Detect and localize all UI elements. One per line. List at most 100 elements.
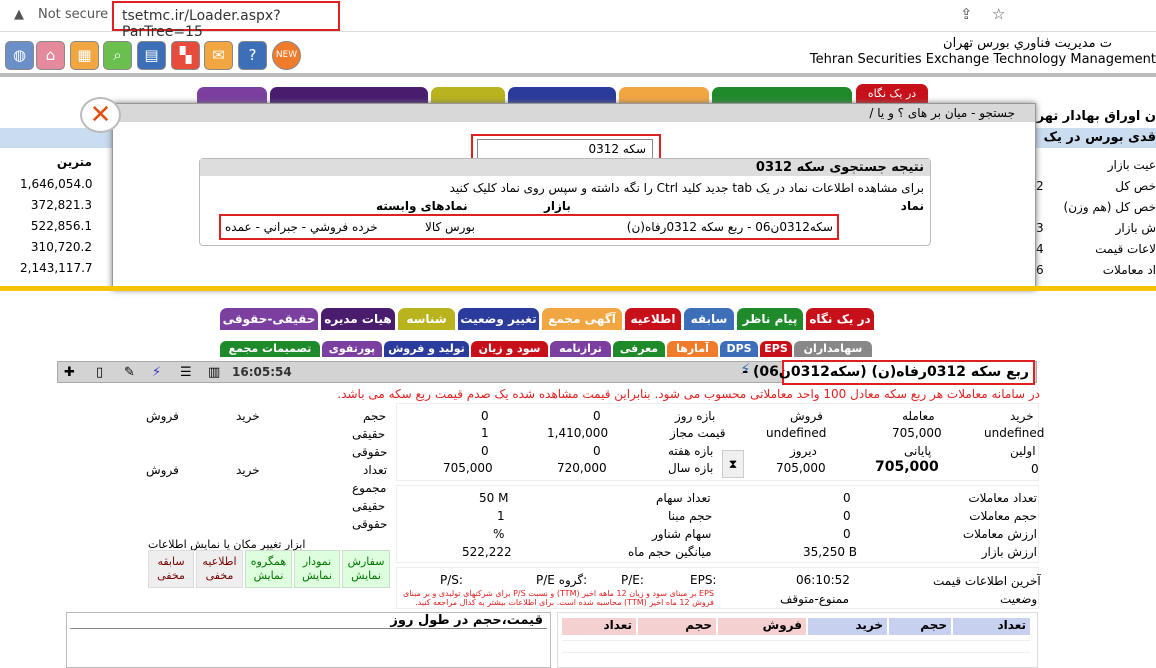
help-icon[interactable]: ?: [238, 41, 267, 70]
tab-real-legal[interactable]: حقیقی-حقوقی: [220, 308, 318, 330]
close-icon[interactable]: ✕: [80, 97, 121, 133]
bars-icon[interactable]: ▥: [208, 365, 220, 380]
report-icon[interactable]: ▤: [137, 41, 166, 70]
search-icon[interactable]: ⌕: [103, 41, 132, 70]
label-first: اولین: [1010, 444, 1036, 458]
tool-notices[interactable]: اطلاعیه مخفی: [196, 550, 243, 588]
label-real: حقیقی: [352, 427, 386, 441]
url-field[interactable]: tsetmc.ir/Loader.aspx?ParTree=15: [112, 1, 340, 40]
label-ps: P/S:: [440, 573, 463, 587]
share-icon[interactable]: ⇪: [960, 5, 973, 23]
value-market-value: 35,250 B: [803, 545, 858, 559]
doc-icon[interactable]: ▯: [96, 365, 103, 380]
home-icon[interactable]: ⌂: [36, 41, 65, 70]
tab-balance[interactable]: ترازنامه: [550, 341, 611, 357]
tab-profit-loss[interactable]: سود و زیان: [471, 341, 548, 357]
tab-status-change[interactable]: تغییر وضعیت: [458, 308, 539, 330]
star-icon[interactable]: ☆: [992, 5, 1005, 23]
grid-icon[interactable]: ▚: [171, 41, 200, 70]
new-icon[interactable]: NEW: [272, 41, 301, 70]
security-label[interactable]: Not secure: [38, 7, 108, 22]
search-modal: جستجو - میان بر های ؟ و یا / نتیجه جستجو…: [112, 103, 1036, 290]
tab-supervisor[interactable]: پیام ناظر: [737, 308, 803, 330]
message-icon[interactable]: ✉: [204, 41, 233, 70]
value-day-range-b: 0: [481, 409, 489, 423]
tab-dps[interactable]: DPS: [720, 341, 758, 357]
tab-portfolio[interactable]: پورتفوی: [322, 341, 382, 357]
bg-label: اد معاملات: [1102, 263, 1156, 277]
label-last-update: آخرین اطلاعات قیمت: [933, 574, 1041, 588]
tab-eps[interactable]: EPS: [760, 341, 792, 357]
label-year-range: بازه سال: [668, 461, 714, 475]
label-market-value: ارزش بازار: [981, 545, 1037, 559]
label-shares: تعداد سهام: [656, 491, 711, 505]
value-close: 705,000: [875, 459, 939, 475]
result-title: نتیجه جستجوی سکه 0312: [200, 159, 930, 176]
bg-label: خص کل (هم وزن): [1063, 200, 1156, 214]
result-row[interactable]: سکه0312ن06 - ربع سکه 0312رفاه(ن) بورس کا…: [219, 214, 839, 240]
tab-stats[interactable]: آمارها: [667, 341, 718, 357]
tab-overview[interactable]: در یک نگاه: [806, 308, 874, 330]
label-base-volume: حجم مبنا: [668, 509, 713, 523]
edit-icon[interactable]: ✎: [124, 365, 135, 380]
tab-board[interactable]: هیات مدیره: [321, 308, 395, 330]
label-status: وضعیت: [1000, 592, 1038, 606]
value-shares: 50 M: [479, 491, 509, 505]
bg-label: عیت بازار: [1107, 158, 1156, 172]
result-symbol-link[interactable]: سکه0312ن06 - ربع سکه 0312رفاه(ن): [627, 220, 833, 234]
bg-num: 4: [1036, 242, 1044, 256]
label-yesterday: دیروز: [790, 444, 817, 458]
bg-label: ش بازار: [1115, 221, 1156, 235]
col-market: بازار: [544, 199, 571, 213]
list-icon[interactable]: ☰: [180, 365, 192, 380]
bg-tab: [431, 87, 505, 104]
tool-chart[interactable]: نمودار نمایش: [294, 550, 340, 588]
tab-production[interactable]: تولید و فروش: [384, 341, 469, 357]
value-year-b: 705,000: [443, 461, 493, 475]
label-sell-count: فروش: [146, 463, 179, 477]
tab-history[interactable]: سابقه: [684, 308, 734, 330]
value-trades-count: 0: [843, 491, 851, 505]
bg-val: 372,821.3: [30, 198, 92, 212]
tool-group[interactable]: همگروه نمایش: [245, 550, 292, 588]
table-icon[interactable]: ▦: [70, 41, 99, 70]
label-sell: فروش: [790, 409, 823, 423]
plus-icon[interactable]: ✚: [64, 365, 75, 380]
divider: [0, 73, 1156, 77]
tab-intro[interactable]: معرفی: [613, 341, 665, 357]
search-input[interactable]: [477, 139, 653, 159]
label-real-2: حقیقی: [352, 499, 386, 513]
tab-notices[interactable]: اطلاعیه: [625, 308, 681, 330]
ob-row-line: [562, 640, 1030, 641]
tab-id[interactable]: شناسه: [398, 308, 455, 330]
warning-icon[interactable]: ▲: [14, 7, 24, 22]
col-symbol: نماد: [900, 199, 924, 213]
tab-meeting[interactable]: آگهی مجمع: [542, 308, 622, 330]
label-legal-2: حقوقی: [352, 517, 388, 531]
value-sell: undefined: [766, 426, 827, 440]
col-related: نمادهای وابسته: [376, 199, 468, 213]
value-allowed-a: 1,410,000: [547, 426, 609, 440]
symbol-warning: در سامانه معاملات هر ربع سکه معادل 100 و…: [337, 387, 1040, 401]
label-avg-volume: میانگین حجم ماه: [628, 545, 712, 559]
result-related[interactable]: خرده فروشي - جبراني - عمده: [225, 220, 378, 234]
chart-icon[interactable]: ⚡: [152, 365, 161, 380]
bg-num: 2: [1036, 179, 1044, 193]
globe-icon[interactable]: ◍: [5, 41, 34, 70]
label-buy-count: خرید: [236, 463, 260, 477]
ob-head: حجم: [638, 618, 716, 635]
label-legal: حقوقی: [352, 445, 388, 459]
ob-head: تعداد: [562, 618, 636, 635]
tool-history[interactable]: سابقه مخفی: [148, 550, 194, 588]
value-status: ممنوع-متوقف: [780, 592, 850, 606]
note-1: EPS بر مبنای سود و زیان 12 ماهه اخیر (TT…: [402, 589, 714, 598]
tab-shareholders[interactable]: سهامداران: [794, 341, 872, 357]
bg-val: 2,143,117.7: [20, 261, 93, 275]
bg-title2: قدی بورس در یک: [1043, 130, 1156, 145]
value-trades-volume: 0: [843, 509, 851, 523]
settings-icon[interactable]: ⧗: [722, 450, 744, 478]
tab-decisions[interactable]: تصمیمات مجمع: [220, 341, 320, 357]
label-trade: معامله: [902, 409, 935, 423]
tool-orders[interactable]: سفارش نمایش: [342, 550, 390, 588]
value-buy: undefined: [984, 426, 1045, 440]
